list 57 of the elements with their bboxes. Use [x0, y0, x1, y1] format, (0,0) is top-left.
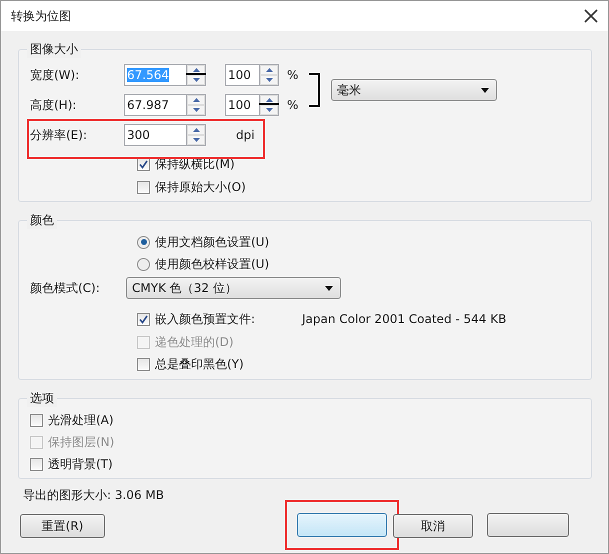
radio-label[interactable]: 使用颜色校样设置(U) [19, 253, 591, 275]
number-field[interactable]: 300 [124, 124, 186, 146]
field-label: 分辨率(E): [29, 126, 88, 144]
checkbox[interactable] [30, 414, 43, 426]
default-button[interactable] [297, 513, 387, 537]
radio-label[interactable]: 使用文档颜色设置(U) [19, 231, 591, 253]
group-title: 选项 [27, 390, 57, 407]
number-field[interactable]: 67.987 [124, 94, 186, 116]
checkbox[interactable] [137, 158, 150, 171]
up-arrow-icon [192, 98, 200, 102]
spin-button[interactable] [259, 94, 279, 116]
checkbox-label[interactable]: 总是叠印黑色(Y) [19, 353, 291, 375]
checkbox-label[interactable]: 保持纵横比(M) [19, 153, 591, 176]
color-mode-dropdown[interactable]: CMYK 色（32 位） [126, 277, 341, 299]
checkbox-label[interactable]: 光滑处理(A) [19, 409, 591, 431]
dialog-button[interactable]: 重置(R) [20, 514, 105, 538]
checkbox[interactable] [137, 181, 150, 194]
up-arrow-icon [266, 98, 272, 102]
unit-label: % [286, 68, 300, 82]
spin-button[interactable] [186, 64, 206, 86]
field-label: 高度(H): [29, 96, 78, 114]
down-arrow-icon [266, 108, 272, 112]
dialog-button[interactable]: 取消 [393, 514, 473, 538]
profile-text: Japan Color 2001 Coated - 544 KB [300, 312, 506, 326]
close-icon[interactable] [584, 9, 598, 23]
radio-button[interactable] [137, 236, 150, 248]
up-arrow-icon [192, 68, 200, 72]
checkbox-label[interactable]: 保持原始大小(O) [19, 176, 591, 199]
bracket-icon [309, 73, 321, 107]
caret-icon [481, 88, 489, 92]
down-arrow-icon [266, 78, 272, 82]
unit-label: dpi [235, 128, 256, 142]
caret-icon [325, 286, 333, 290]
link-line-icon [186, 73, 206, 75]
export-size-text: 导出的图形大小: 3.06 MB [23, 488, 164, 502]
radio-button[interactable] [137, 258, 150, 270]
checkbox[interactable] [137, 312, 150, 326]
up-arrow-icon [266, 68, 272, 72]
field-label: 颜色模式(C): [29, 280, 101, 296]
up-arrow-icon [192, 128, 200, 132]
number-field[interactable]: 100 [225, 94, 259, 116]
down-arrow-icon [192, 78, 200, 82]
link-line-icon [259, 103, 279, 105]
checkbox[interactable] [137, 358, 150, 370]
unit-label: % [286, 98, 300, 112]
down-arrow-icon [192, 108, 200, 112]
window-title: 转换为位图 [11, 8, 71, 24]
units-dropdown[interactable]: 毫米 [331, 79, 497, 101]
checkbox-label[interactable]: 嵌入颜色预置文件: [19, 307, 291, 331]
checkbox[interactable] [30, 458, 43, 470]
group-title: 图像大小 [27, 41, 81, 58]
group-title: 颜色 [27, 212, 57, 229]
number-field[interactable]: 100 [225, 64, 259, 86]
dialog-button[interactable] [487, 513, 569, 537]
checkbox-label[interactable]: 透明背景(T) [19, 453, 591, 475]
down-arrow-icon [192, 138, 200, 142]
field-label: 宽度(W): [29, 66, 80, 84]
